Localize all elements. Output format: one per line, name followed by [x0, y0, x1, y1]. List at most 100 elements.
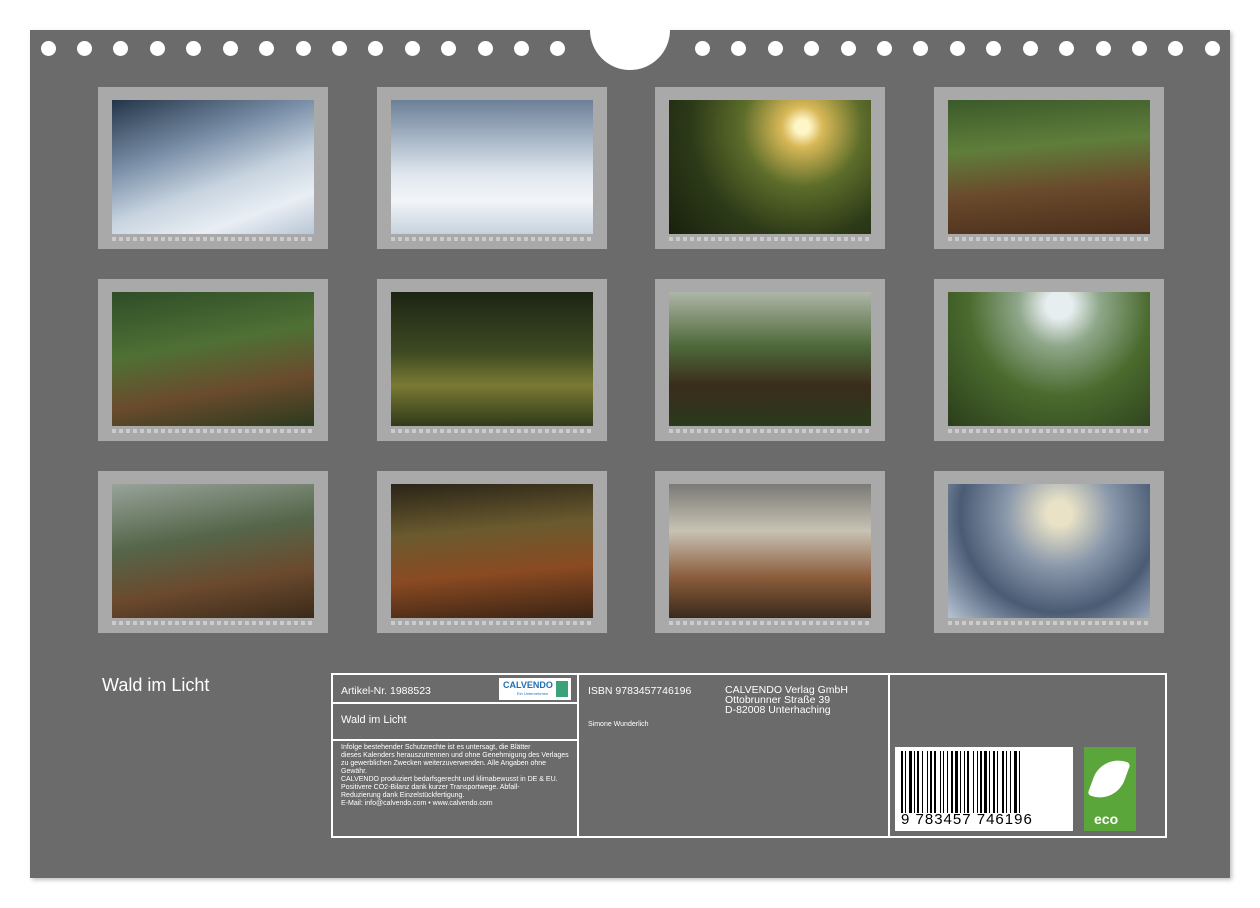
month-thumbnail: [934, 87, 1164, 249]
binding-hole: [550, 41, 565, 56]
divider: [577, 675, 579, 836]
binding-hole: [1023, 41, 1038, 56]
binding-hole: [296, 41, 311, 56]
article-number: Artikel-Nr. 1988523: [341, 685, 431, 697]
binding-hole: [259, 41, 274, 56]
photo-foggy-autumn-forest: [669, 484, 871, 618]
barcode-bar: [943, 751, 944, 813]
date-strip: [112, 621, 314, 625]
barcode-bar: [934, 751, 936, 813]
author: Simone Wunderlich: [588, 721, 649, 728]
photo-snowy-forest-path: [391, 100, 593, 234]
binding-hole: [150, 41, 165, 56]
date-strip: [112, 429, 314, 433]
binding-hole: [768, 41, 783, 56]
date-strip: [669, 429, 871, 433]
publisher-address: CALVENDO Verlag GmbH Ottobrunner Straße …: [725, 684, 848, 716]
calvendo-mark-icon: [556, 681, 568, 697]
photo-old-tree-path: [669, 292, 871, 426]
month-thumbnail: [377, 87, 607, 249]
binding-hole: [695, 41, 710, 56]
month-thumbnail: [98, 87, 328, 249]
barcode-bar: [973, 751, 974, 813]
binding-hole: [478, 41, 493, 56]
barcode-bar: [927, 751, 928, 813]
date-strip: [112, 237, 314, 241]
binding-hole: [332, 41, 347, 56]
barcode-bar: [997, 751, 998, 813]
barcode-bar: [905, 751, 906, 813]
barcode-bar: [930, 751, 932, 813]
date-strip: [669, 621, 871, 625]
photo-snowy-forest-stream: [112, 100, 314, 234]
binding-hole: [1059, 41, 1074, 56]
barcode-bar: [1014, 751, 1017, 813]
barcode-area: 9 783457 746196 eco: [890, 675, 1165, 836]
barcode-bar: [1019, 751, 1020, 813]
info-panel: Artikel-Nr. 1988523 CALVENDO Ein Unterne…: [331, 673, 1167, 838]
binding-hole: [1096, 41, 1111, 56]
barcode-bar: [980, 751, 982, 813]
photo-foggy-winter-field: [948, 484, 1150, 618]
binding-hole: [405, 41, 420, 56]
barcode-bar: [964, 751, 965, 813]
photo-green-forest-path: [112, 292, 314, 426]
binding-hole: [41, 41, 56, 56]
binding-holes: [30, 18, 1230, 70]
date-strip: [669, 237, 871, 241]
barcode-bar: [1002, 751, 1004, 813]
binding-hole: [223, 41, 238, 56]
divider: [333, 702, 578, 704]
month-thumbnail: [934, 279, 1164, 441]
barcode-number: 9 783457 746196: [901, 811, 1033, 828]
date-strip: [948, 621, 1150, 625]
month-thumbnail: [934, 471, 1164, 633]
barcode: 9 783457 746196: [895, 747, 1073, 831]
leaf-icon: [1087, 753, 1131, 805]
hanger-notch: [590, 18, 670, 70]
calvendo-logo: CALVENDO Ein Unternehmen: [499, 678, 571, 700]
binding-hole: [77, 41, 92, 56]
binding-hole: [986, 41, 1001, 56]
date-strip: [391, 429, 593, 433]
barcode-bar: [989, 751, 990, 813]
photo-misty-green-path: [948, 292, 1150, 426]
barcode-bar: [1006, 751, 1007, 813]
barcode-bar: [914, 751, 915, 813]
barcode-bars: [901, 751, 1067, 813]
barcode-bar: [967, 751, 969, 813]
barcode-bar: [917, 751, 919, 813]
binding-hole: [804, 41, 819, 56]
barcode-bar: [947, 751, 948, 813]
month-thumbnail: [655, 471, 885, 633]
eco-badge: eco: [1084, 747, 1136, 831]
photo-misty-hillside-path: [112, 484, 314, 618]
calendar-title: Wald im Licht: [102, 675, 210, 695]
binding-hole: [186, 41, 201, 56]
binding-hole: [731, 41, 746, 56]
binding-hole: [441, 41, 456, 56]
barcode-bar: [951, 751, 953, 813]
product-title: Wald im Licht: [341, 714, 407, 726]
barcode-bar: [977, 751, 978, 813]
legal-text: Infolge bestehender Schutzrechte ist es …: [341, 744, 569, 807]
barcode-bar: [901, 751, 903, 813]
binding-hole: [913, 41, 928, 56]
barcode-bar: [993, 751, 995, 813]
photo-sunlit-forest: [669, 100, 871, 234]
binding-hole: [1205, 41, 1220, 56]
date-strip: [391, 237, 593, 241]
photo-autumn-forest: [391, 484, 593, 618]
binding-hole: [514, 41, 529, 56]
photo-forest-ravine: [948, 100, 1150, 234]
binding-hole: [1132, 41, 1147, 56]
barcode-bar: [909, 751, 912, 813]
barcode-bar: [940, 751, 941, 813]
binding-hole: [841, 41, 856, 56]
binding-hole: [877, 41, 892, 56]
month-thumbnail: [655, 87, 885, 249]
month-thumbnail: [655, 279, 885, 441]
binding-hole: [950, 41, 965, 56]
isbn: ISBN 9783457746196: [588, 685, 692, 697]
date-strip: [948, 429, 1150, 433]
